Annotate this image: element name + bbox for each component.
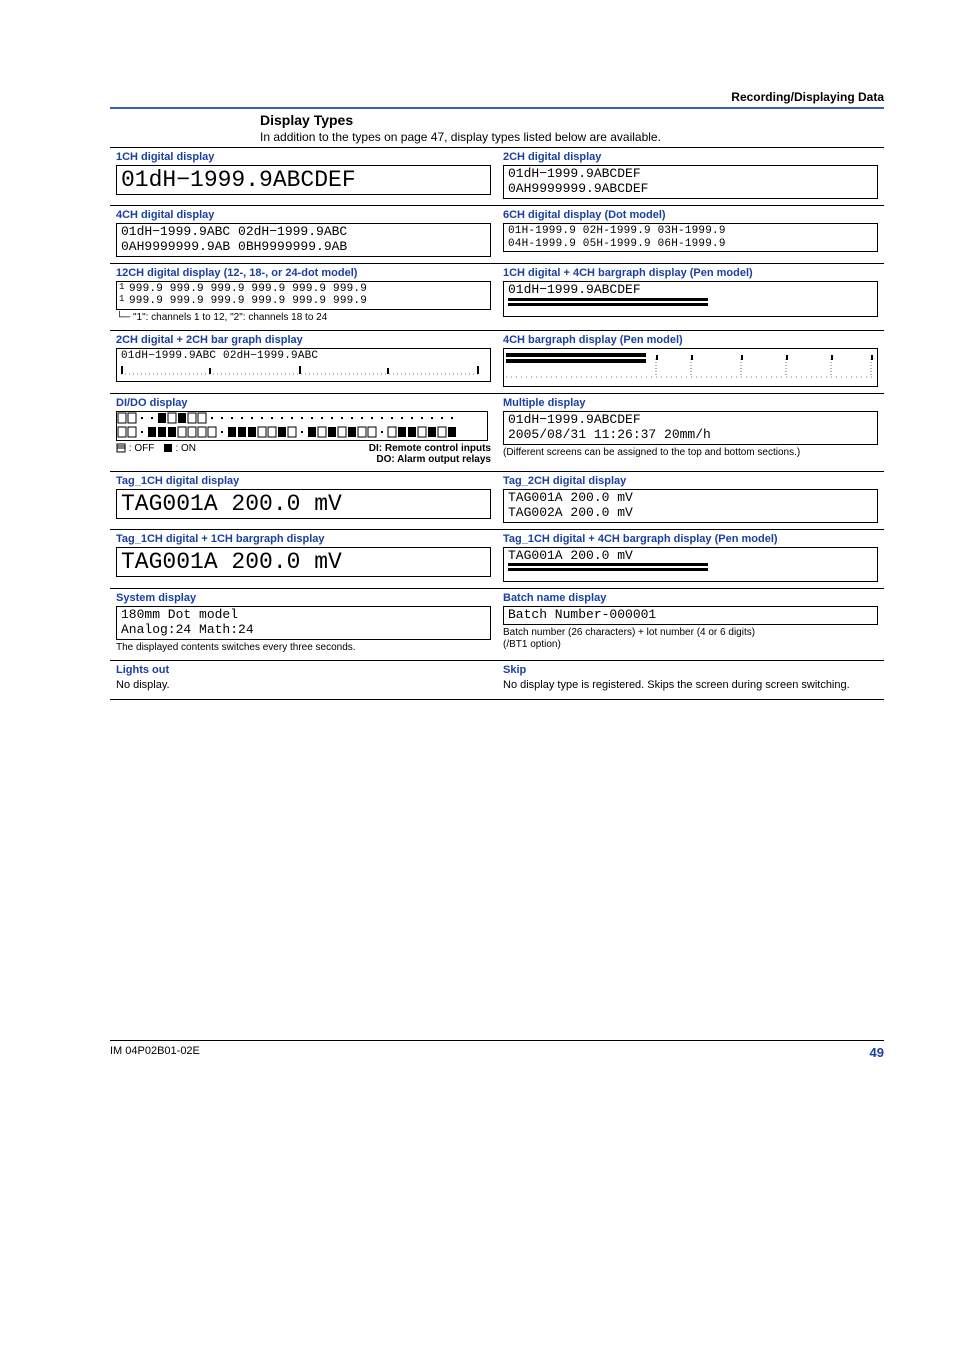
cell-title: 6CH digital display (Dot model) xyxy=(503,209,878,221)
on-icon xyxy=(163,443,173,454)
display-box: 01dH−1999.9ABCDEF 0AH9999999.9ABCDEF xyxy=(503,165,878,199)
display-box: Batch Number-000001 xyxy=(503,606,878,625)
cell-title: 12CH digital display (12-, 18-, or 24-do… xyxy=(116,267,491,279)
display-box-with-bars: 01dH−1999.9ABCDEF xyxy=(503,281,878,317)
section-intro: In addition to the types on page 47, dis… xyxy=(110,130,884,144)
table-cell: 12CH digital display (12-, 18-, or 24-do… xyxy=(110,263,497,330)
table-cell: 2CH digital + 2CH bar graph display 01dH−… xyxy=(110,331,497,394)
cell-title: 4CH bargraph display (Pen model) xyxy=(503,334,878,346)
cell-title: Multiple display xyxy=(503,397,878,409)
cell-title: Batch name display xyxy=(503,592,878,604)
off-icon xyxy=(116,443,126,454)
section-title: Display Types xyxy=(110,112,884,128)
dido-display xyxy=(116,411,491,441)
page-header-section: Recording/Displaying Data xyxy=(110,90,884,109)
cell-title: System display xyxy=(116,592,491,604)
table-cell: 2CH digital display 01dH−1999.9ABCDEF 0AH… xyxy=(497,148,884,206)
table-cell: Multiple display 01dH−1999.9ABCDEF 2005/0… xyxy=(497,393,884,471)
cell-plain-text: No display. xyxy=(116,678,491,692)
table-cell: 1CH digital display 01dH−1999.9ABCDEF xyxy=(110,148,497,206)
footer-page-number: 49 xyxy=(870,1045,884,1060)
cell-title: Tag_1CH digital + 4CH bargraph display (… xyxy=(503,533,878,545)
cell-title: DI/DO display xyxy=(116,397,491,409)
cell-note: (Different screens can be assigned to th… xyxy=(503,447,878,459)
display-box-12ch: 999.9 999.9 999.9 999.9 999.9 999.9 999.… xyxy=(116,281,491,310)
table-cell: 4CH digital display 01dH−1999.9ABC 02dH−1… xyxy=(110,205,497,263)
cell-note: The displayed contents switches every th… xyxy=(116,642,491,654)
table-cell: 1CH digital + 4CH bargraph display (Pen … xyxy=(497,263,884,330)
table-cell: 6CH digital display (Dot model) 01H-1999.… xyxy=(497,205,884,263)
table-cell: Batch name display Batch Number-000001 Bat… xyxy=(497,589,884,661)
table-cell: 4CH bargraph display (Pen model) xyxy=(497,331,884,394)
display-box: TAG001A 200.0 mV xyxy=(116,489,491,519)
cell-title: Lights out xyxy=(116,664,491,676)
cell-note: Batch number (26 characters) + lot numbe… xyxy=(503,627,878,651)
footer-doc-id: IM 04P02B01-02E xyxy=(110,1045,200,1060)
cell-title: Tag_2CH digital display xyxy=(503,475,878,487)
table-cell: Tag_1CH digital + 4CH bargraph display (… xyxy=(497,529,884,589)
cell-plain-text: No display type is registered. Skips the… xyxy=(503,678,878,692)
display-box: TAG001A 200.0 mV TAG002A 200.0 mV xyxy=(503,489,878,523)
table-cell: Lights out No display. xyxy=(110,661,497,699)
page-footer: IM 04P02B01-02E 49 xyxy=(110,1040,884,1060)
display-box-with-bars: TAG001A 200.0 mV xyxy=(503,547,878,583)
display-box-2ch-bars: 01dH−1999.9ABC 02dH−1999.9ABC xyxy=(116,348,491,382)
display-box: 01H-1999.9 02H-1999.9 03H-1999.9 04H-199… xyxy=(503,223,878,252)
display-box: 01dH−1999.9ABCDEF xyxy=(116,165,491,195)
display-box: 180mm Dot model Analog:24 Math:24 xyxy=(116,606,491,640)
cell-title: Tag_1CH digital + 1CH bargraph display xyxy=(116,533,491,545)
cell-title: 2CH digital display xyxy=(503,151,878,163)
cell-title: 1CH digital + 4CH bargraph display (Pen … xyxy=(503,267,878,279)
bargraph-4ch xyxy=(503,348,878,387)
table-cell: Tag_1CH digital + 1CH bargraph display TA… xyxy=(110,529,497,589)
display-box-with-underline: TAG001A 200.0 mV xyxy=(116,547,491,577)
display-box: 01dH−1999.9ABC 02dH−1999.9ABC 0AH9999999… xyxy=(116,223,491,257)
cell-note: └─ "1": channels 1 to 12, "2": channels … xyxy=(116,312,491,324)
table-cell: Tag_1CH digital display TAG001A 200.0 mV xyxy=(110,471,497,529)
table-cell: DI/DO display : OFF : ONDI: Remote contr… xyxy=(110,393,497,471)
dido-legend: : OFF : ONDI: Remote control inputsDO: A… xyxy=(116,443,491,465)
cell-title: 1CH digital display xyxy=(116,151,491,163)
table-cell: Tag_2CH digital display TAG001A 200.0 mV … xyxy=(497,471,884,529)
cell-title: 4CH digital display xyxy=(116,209,491,221)
table-cell: Skip No display type is registered. Skips… xyxy=(497,661,884,699)
cell-title: Tag_1CH digital display xyxy=(116,475,491,487)
display-types-table: 1CH digital display01dH−1999.9ABCDEF2CH … xyxy=(110,147,884,700)
cell-title: Skip xyxy=(503,664,878,676)
display-box: 01dH−1999.9ABCDEF 2005/08/31 11:26:37 20… xyxy=(503,411,878,445)
table-cell: System display 180mm Dot model Analog:24 … xyxy=(110,589,497,661)
cell-title: 2CH digital + 2CH bar graph display xyxy=(116,334,491,346)
